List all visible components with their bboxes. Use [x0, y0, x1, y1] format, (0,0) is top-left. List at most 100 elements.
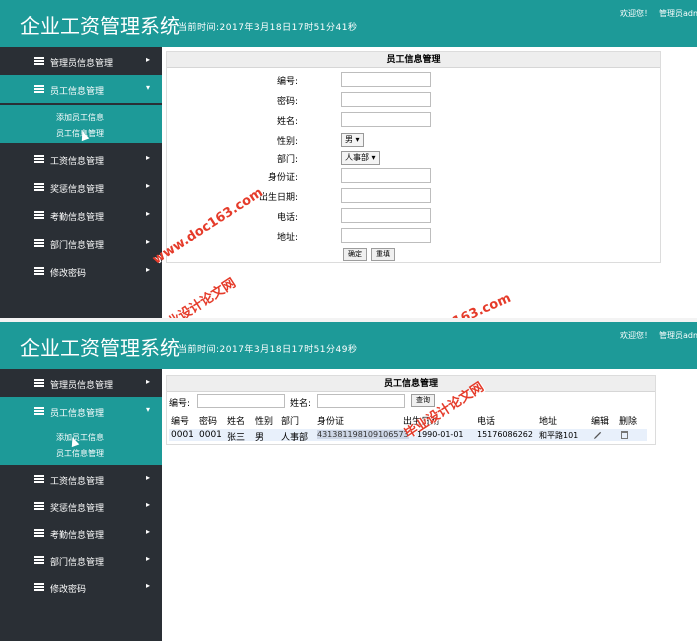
column-header: 删除	[619, 417, 638, 427]
cell-address: 和平路101	[539, 431, 579, 440]
sidebar-item-reward[interactable]: 奖惩信息管理 ▸	[0, 173, 162, 201]
welcome-text: 欢迎您！	[620, 9, 652, 18]
sidebar-item-employee[interactable]: 员工信息管理 ▾	[0, 75, 162, 103]
form-row-department: 部门: 人事部 ▾	[167, 148, 660, 168]
sidebar-item-department[interactable]: 部门信息管理 ▸	[0, 229, 162, 257]
form-row-idcard: 身份证:	[167, 166, 660, 186]
user-name[interactable]: 管理员admin	[659, 8, 697, 19]
chevron-right-icon: ▸	[146, 527, 151, 536]
screen-employee-list: 企业工资管理系统 当前时间:2017年3月18日17时51分49秒 欢迎您！ 管…	[0, 322, 697, 641]
chevron-right-icon: ▸	[146, 265, 151, 274]
employee-submenu: 添加员工信息 员工信息管理	[0, 105, 162, 143]
form-row-address: 地址:	[167, 226, 660, 246]
submenu-add-employee[interactable]: 添加员工信息	[56, 112, 104, 123]
watermark-cn: 毕业设计论文网	[154, 275, 239, 318]
sidebar-item-password[interactable]: 修改密码 ▸	[0, 573, 162, 601]
chevron-down-icon: ▾	[146, 405, 151, 414]
submenu-employee-manage[interactable]: 员工信息管理	[56, 448, 104, 459]
employee-submenu: 添加员工信息 员工信息管理	[0, 425, 162, 465]
column-header: 密码	[199, 417, 218, 427]
cell-name: 张三	[227, 433, 246, 443]
app-title: 企业工资管理系统	[20, 336, 180, 360]
menu-icon	[34, 502, 44, 510]
menu-icon	[34, 475, 44, 483]
list-title: 员工信息管理	[167, 376, 655, 392]
column-header: 身份证	[317, 417, 345, 427]
column-header: 编号	[171, 417, 190, 427]
sidebar-item-label: 奖惩信息管理	[50, 504, 105, 514]
form-row-name: 姓名:	[167, 110, 660, 130]
sidebar-item-salary[interactable]: 工资信息管理 ▸	[0, 465, 162, 493]
user-name[interactable]: 管理员admin	[659, 330, 697, 341]
idcard-input[interactable]	[341, 168, 431, 183]
cell-gender: 男	[255, 433, 265, 443]
sidebar-item-salary[interactable]: 工资信息管理 ▸	[0, 145, 162, 173]
gender-select[interactable]: 男 ▾	[341, 133, 364, 147]
name-input[interactable]	[341, 112, 431, 127]
department-select[interactable]: 人事部 ▾	[341, 151, 380, 165]
menu-icon	[34, 57, 44, 65]
header: 企业工资管理系统 当前时间:2017年3月18日17时51分49秒 欢迎您！ 管…	[0, 322, 697, 369]
search-bar: 编号: 姓名: 查询	[167, 393, 655, 411]
sidebar-item-department[interactable]: 部门信息管理 ▸	[0, 546, 162, 574]
chevron-right-icon: ▸	[146, 55, 151, 64]
add-employee-form: 员工信息管理 编号: 密码: 姓名: 性别: 男 ▾ 部门: 人事部 ▾ 身份证…	[166, 51, 661, 263]
sidebar-item-label: 管理员信息管理	[50, 59, 114, 69]
edit-icon[interactable]	[593, 431, 602, 440]
sidebar-item-employee[interactable]: 员工信息管理 ▾	[0, 397, 162, 425]
cell-department: 人事部	[281, 433, 309, 443]
address-input[interactable]	[341, 228, 431, 243]
sidebar-item-password[interactable]: 修改密码 ▸	[0, 257, 162, 285]
reset-button[interactable]: 重填	[371, 248, 395, 261]
sidebar-item-label: 部门信息管理	[50, 241, 105, 251]
confirm-button[interactable]: 确定	[343, 248, 367, 261]
menu-icon	[34, 583, 44, 591]
field-label: 电话:	[276, 213, 298, 223]
password-input[interactable]	[341, 92, 431, 107]
chevron-right-icon: ▸	[146, 237, 151, 246]
chevron-right-icon: ▸	[146, 473, 151, 482]
menu-icon	[34, 556, 44, 564]
sidebar-item-label: 工资信息管理	[50, 157, 105, 167]
field-label: 姓名:	[276, 117, 298, 127]
menu-icon	[34, 379, 44, 387]
chevron-right-icon: ▸	[146, 377, 151, 386]
sidebar-item-label: 部门信息管理	[50, 558, 105, 568]
app-title: 企业工资管理系统	[20, 14, 180, 38]
id-input[interactable]	[341, 72, 431, 87]
sidebar-item-label: 考勤信息管理	[50, 213, 105, 223]
sidebar-item-label: 员工信息管理	[50, 409, 105, 419]
field-label: 密码:	[276, 97, 298, 107]
field-label: 身份证:	[267, 173, 298, 183]
delete-icon[interactable]	[621, 431, 628, 439]
sidebar-item-label: 管理员信息管理	[50, 381, 114, 391]
cell-id: 0001	[171, 430, 194, 440]
current-time: 当前时间:2017年3月18日17时51分41秒	[178, 23, 358, 33]
sidebar-item-attendance[interactable]: 考勤信息管理 ▸	[0, 519, 162, 547]
menu-icon	[34, 407, 44, 415]
menu-icon	[34, 183, 44, 191]
column-header: 姓名	[227, 417, 246, 427]
menu-icon	[34, 85, 44, 93]
submenu-add-employee[interactable]: 添加员工信息	[56, 432, 104, 443]
chevron-right-icon: ▸	[146, 554, 151, 563]
sidebar-item-admin[interactable]: 管理员信息管理 ▸	[0, 369, 162, 397]
sidebar-item-label: 工资信息管理	[50, 477, 105, 487]
chevron-right-icon: ▸	[146, 500, 151, 509]
cell-phone: 15176086262	[477, 430, 533, 439]
field-label: 编号:	[276, 77, 298, 87]
header: 企业工资管理系统 当前时间:2017年3月18日17时51分41秒 欢迎您！ 管…	[0, 0, 697, 47]
search-name-input[interactable]	[317, 394, 405, 408]
birthdate-input[interactable]	[341, 188, 431, 203]
field-label: 部门:	[276, 155, 298, 165]
chevron-right-icon: ▸	[146, 209, 151, 218]
sidebar-item-attendance[interactable]: 考勤信息管理 ▸	[0, 201, 162, 229]
search-id-input[interactable]	[197, 394, 285, 408]
menu-icon	[34, 155, 44, 163]
sidebar: 管理员信息管理 ▸ 员工信息管理 ▾ 添加员工信息 员工信息管理 工资信息管理 …	[0, 47, 162, 318]
phone-input[interactable]	[341, 208, 431, 223]
sidebar-item-label: 奖惩信息管理	[50, 185, 105, 195]
screen-add-employee: 企业工资管理系统 当前时间:2017年3月18日17时51分41秒 欢迎您！ 管…	[0, 0, 697, 318]
sidebar-item-admin[interactable]: 管理员信息管理 ▸	[0, 47, 162, 75]
sidebar-item-reward[interactable]: 奖惩信息管理 ▸	[0, 492, 162, 520]
